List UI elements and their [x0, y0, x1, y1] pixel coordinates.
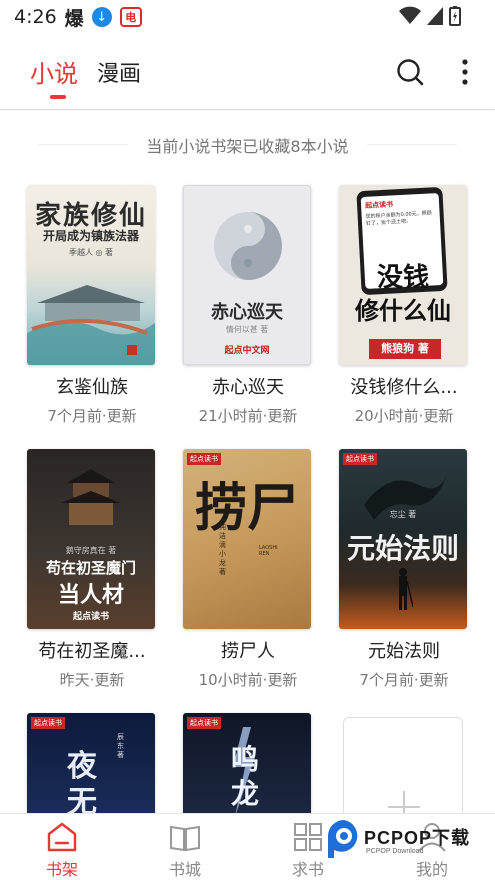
book-update-time: 21小时前·更新 — [198, 407, 298, 425]
cover-brand-text: 起点读书 — [187, 453, 221, 465]
book-card[interactable]: 鹅守房真在 著 苟在初圣魔门 当人材 起点读书 苟在初圣魔... 昨天·更新 — [27, 449, 157, 690]
cover-title-line2: 修什么仙 — [355, 296, 451, 325]
pagoda-illustration — [61, 469, 121, 525]
cover-author-text: 季越人 ◎ 著 — [68, 248, 114, 257]
cover-brand-text: 起点读书 — [72, 612, 109, 622]
cover-subtitle-text: 开局成为镇族法器 — [42, 229, 139, 243]
book-update-time: 7个月前·更新 — [47, 407, 137, 425]
taiji-illustration — [214, 212, 282, 280]
status-bar: 4:26 爆 ↓ 电 — [0, 0, 495, 34]
cover-author-text: 忘尘 著 — [389, 510, 417, 519]
watermark-text: PCPOP下载 — [364, 828, 471, 848]
pavilion-illustration — [27, 285, 155, 365]
book-cover[interactable]: 起点读书 辰东 著 夜无 — [27, 713, 155, 813]
book-title: 玄鉴仙族 — [56, 377, 128, 398]
book-cover[interactable]: 家族修仙 开局成为镇族法器 季越人 ◎ 著 — [27, 185, 155, 365]
wifi-icon — [399, 6, 421, 24]
cover-title-text: 元始法则 — [346, 532, 459, 565]
nav-item-bookstore[interactable]: 书城 — [125, 814, 245, 880]
cover-brand-text: 起点读书 — [31, 717, 65, 729]
pcpop-logo-icon — [328, 820, 358, 858]
cover-title-text: 捞尸 — [194, 478, 299, 539]
book-card[interactable]: 家族修仙 开局成为镇族法器 季越人 ◎ 著 玄鉴仙族 7个月前·更新 — [27, 185, 157, 426]
figure-illustration — [399, 568, 413, 610]
book-cover[interactable]: 起点读书 鸣龙 — [183, 713, 311, 813]
battery-icon — [449, 6, 461, 26]
book-cover[interactable]: 起点读书 捞尸 纯洁滴小龙 著 LAOSHI REN — [183, 449, 311, 629]
book-card[interactable]: 起点读书 辰东 著 夜无 — [27, 713, 157, 813]
cover-brand-text: 起点中文网 — [224, 346, 270, 356]
cover-brand-text: 起点读书 — [187, 717, 221, 729]
book-card[interactable]: 起点读书 鸣龙 — [183, 713, 313, 813]
divider — [367, 144, 457, 145]
cover-author-text: 辰东 著 — [117, 733, 124, 759]
status-time: 4:26 — [14, 6, 57, 28]
book-title: 苟在初圣魔... — [38, 641, 146, 662]
watermark-subtext: PCPOP Download — [366, 848, 424, 855]
tab-novels[interactable]: 小说 — [30, 54, 78, 89]
book-title: 元始法则 — [368, 641, 440, 662]
book-card[interactable]: 起点读书 您的账户余额为0.00元，照顾钉了，犹个还土吧。 没钱 修什么仙 熊狼… — [339, 185, 469, 426]
nav-item-bookshelf[interactable]: 书架 — [2, 814, 122, 880]
bookshelf-content[interactable]: 当前小说书架已收藏8本小说 家族修仙 开局成为镇族法器 季越人 ◎ 著 玄鉴仙族… — [0, 111, 495, 813]
cover-title-text: 赤心巡天 — [211, 302, 283, 323]
book-title: 捞尸人 — [221, 641, 275, 662]
book-cover[interactable]: 赤心巡天 情何以甚 著 起点中文网 — [183, 185, 311, 365]
cover-title-line1: 没钱 — [376, 263, 429, 293]
book-card[interactable]: 起点读书 忘尘 著 元始法则 元始法则 7个月前·更新 — [339, 449, 469, 690]
cover-title-text: 夜无 — [67, 749, 97, 813]
cover-author-text: 情何以甚 著 — [225, 325, 269, 334]
book-cover[interactable]: 起点读书 您的账户余额为0.00元，照顾钉了，犹个还土吧。 没钱 修什么仙 熊狼… — [339, 185, 467, 365]
more-vertical-icon[interactable] — [460, 58, 470, 90]
shelf-info: 当前小说书架已收藏8本小说 — [146, 137, 349, 156]
book-update-time: 20小时前·更新 — [354, 407, 454, 425]
nav-label: 书城 — [168, 860, 201, 879]
cover-author-text: 纯洁滴小龙 著 — [219, 523, 226, 576]
cell-signal-icon — [427, 7, 443, 25]
top-tab-bar: 小说 漫画 — [0, 34, 495, 110]
book-update-time: 7个月前·更新 — [359, 671, 449, 689]
cover-author-text: 熊狼狗 著 — [369, 339, 441, 359]
nav-label: 书架 — [45, 860, 78, 879]
watermark: PCPOP下载 PCPOP Download — [326, 818, 486, 876]
book-title: 赤心巡天 — [212, 377, 284, 398]
cover-title-line2: 当人材 — [57, 582, 124, 608]
book-update-time: 10小时前·更新 — [198, 671, 298, 689]
add-book-button[interactable] — [343, 717, 463, 813]
status-app-text: 爆 — [64, 7, 84, 30]
red-app-icon: 电 — [119, 7, 142, 27]
active-tab-indicator — [50, 95, 66, 99]
book-title: 没钱修什么... — [350, 377, 458, 398]
book-open-icon — [170, 825, 200, 852]
download-circle-icon: ↓ — [91, 7, 112, 27]
cover-brand-text: 起点读书 — [364, 200, 394, 210]
cover-author-text: 鹅守房真在 著 — [65, 546, 117, 555]
grid-icon — [294, 823, 322, 851]
tab-comics[interactable]: 漫画 — [97, 56, 141, 88]
book-update-time: 昨天·更新 — [59, 671, 125, 689]
cover-brand-text: 起点读书 — [343, 453, 377, 465]
bookshelf-icon — [47, 822, 77, 852]
book-card[interactable]: 起点读书 捞尸 纯洁滴小龙 著 LAOSHI REN 捞尸人 10小时前·更新 — [183, 449, 313, 690]
cover-phone-text: 您的账户余额为0.00元，照顾钉了，犹个还土吧。 — [365, 210, 432, 227]
book-cover[interactable]: 鹅守房真在 著 苟在初圣魔门 当人材 起点读书 — [27, 449, 155, 629]
cover-en-text: LAOSHI REN — [259, 545, 278, 557]
cover-title-text: 鸣龙 — [231, 743, 260, 810]
plus-icon-vertical — [403, 791, 405, 813]
book-cover[interactable]: 起点读书 忘尘 著 元始法则 — [339, 449, 467, 629]
search-icon[interactable] — [396, 58, 424, 90]
cover-title-line1: 苟在初圣魔门 — [45, 559, 136, 577]
book-card[interactable]: 赤心巡天 情何以甚 著 起点中文网 赤心巡天 21小时前·更新 — [183, 185, 313, 426]
